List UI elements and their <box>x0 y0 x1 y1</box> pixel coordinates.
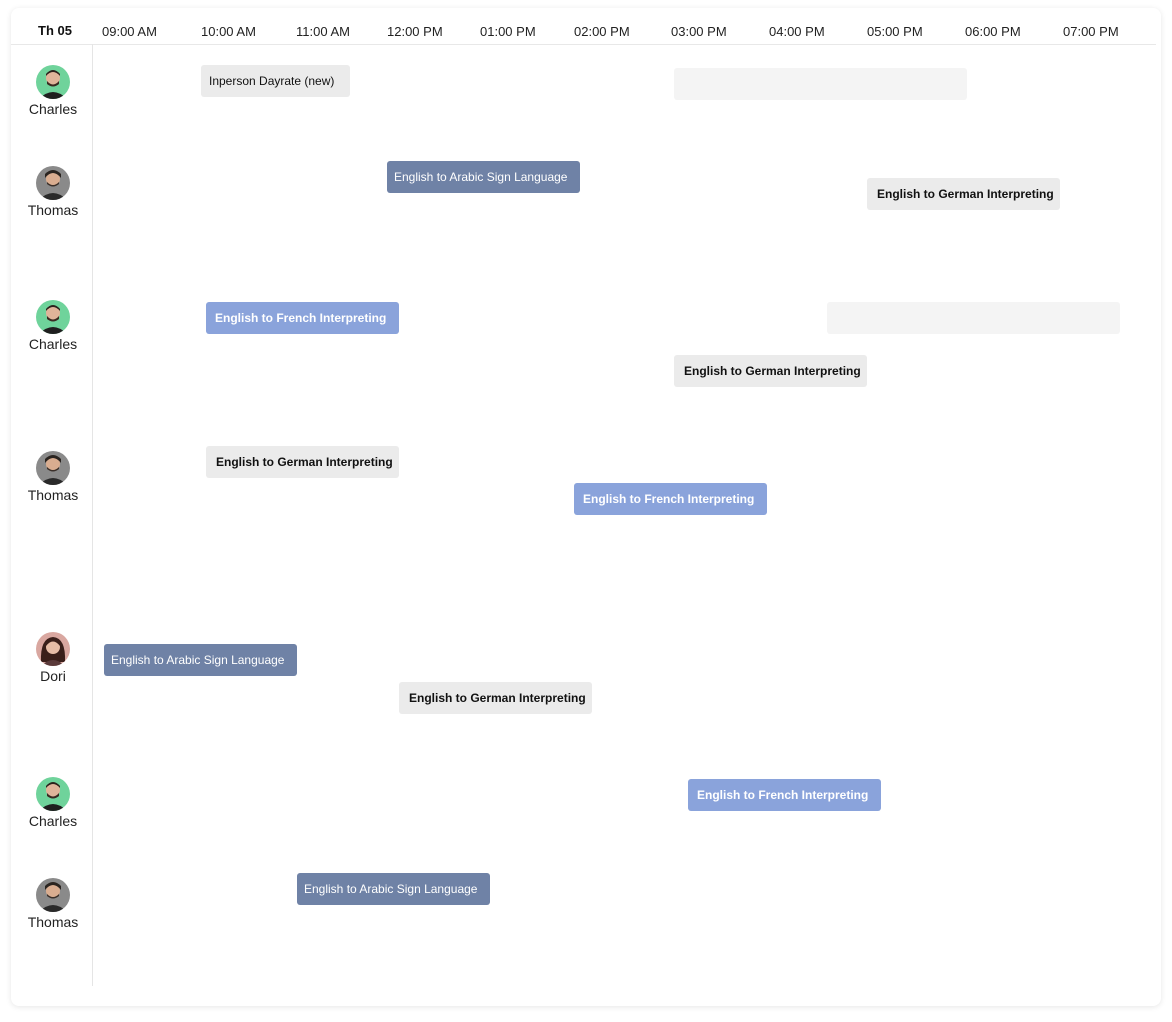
person-avatar-icon <box>40 637 66 666</box>
time-label: 12:00 PM <box>387 24 443 39</box>
resource-thomas[interactable]: Thomas <box>13 878 93 930</box>
avatar <box>36 632 70 666</box>
avatar <box>36 65 70 99</box>
time-label: 06:00 PM <box>965 24 1021 39</box>
avatar <box>36 451 70 485</box>
time-label: 09:00 AM <box>102 24 157 39</box>
event-placeholder[interactable] <box>674 68 967 100</box>
resource-dori[interactable]: Dori <box>13 632 93 684</box>
resource-name: Dori <box>40 668 66 684</box>
resource-charles[interactable]: Charles <box>13 300 93 352</box>
time-label: 07:00 PM <box>1063 24 1119 39</box>
time-label: 10:00 AM <box>201 24 256 39</box>
event-block[interactable]: English to Arabic Sign Language <box>297 873 490 905</box>
person-avatar-icon <box>39 305 67 334</box>
person-avatar-icon <box>39 782 67 811</box>
time-label: 05:00 PM <box>867 24 923 39</box>
resource-thomas[interactable]: Thomas <box>13 451 93 503</box>
time-label: 03:00 PM <box>671 24 727 39</box>
avatar <box>36 166 70 200</box>
event-block[interactable]: English to French Interpreting <box>574 483 767 515</box>
resource-name: Charles <box>28 101 78 117</box>
avatar <box>36 300 70 334</box>
time-label: 11:00 AM <box>296 24 350 39</box>
day-label: Th 05 <box>38 23 72 38</box>
event-block[interactable]: English to German Interpreting <box>206 446 399 478</box>
event-block[interactable]: English to German Interpreting <box>399 682 592 714</box>
event-block[interactable]: English to French Interpreting <box>206 302 399 334</box>
avatar <box>36 777 70 811</box>
timeline-header: Th 05 09:00 AM 10:00 AM 11:00 AM 12:00 P… <box>11 10 1156 45</box>
event-block[interactable]: English to German Interpreting <box>867 178 1060 210</box>
event-block[interactable]: English to Arabic Sign Language <box>104 644 297 676</box>
time-label: 02:00 PM <box>574 24 630 39</box>
resource-name: Thomas <box>27 202 79 218</box>
event-block[interactable]: Inperson Dayrate (new) <box>201 65 350 97</box>
event-placeholder[interactable] <box>827 302 1120 334</box>
resource-charles[interactable]: Charles <box>13 65 93 117</box>
resource-name: Charles <box>28 336 78 352</box>
time-label: 01:00 PM <box>480 24 536 39</box>
resource-name: Thomas <box>27 487 79 503</box>
resource-name: Charles <box>28 813 78 829</box>
avatar <box>36 878 70 912</box>
time-label: 04:00 PM <box>769 24 825 39</box>
resource-thomas[interactable]: Thomas <box>13 166 93 218</box>
event-block[interactable]: English to French Interpreting <box>688 779 881 811</box>
resource-charles[interactable]: Charles <box>13 777 93 829</box>
person-avatar-icon <box>39 455 67 485</box>
event-block[interactable]: English to Arabic Sign Language <box>387 161 580 193</box>
event-block[interactable]: English to German Interpreting <box>674 355 867 387</box>
person-avatar-icon <box>39 882 67 912</box>
person-avatar-icon <box>39 170 67 200</box>
resource-name: Thomas <box>27 914 79 930</box>
person-avatar-icon <box>39 70 67 99</box>
